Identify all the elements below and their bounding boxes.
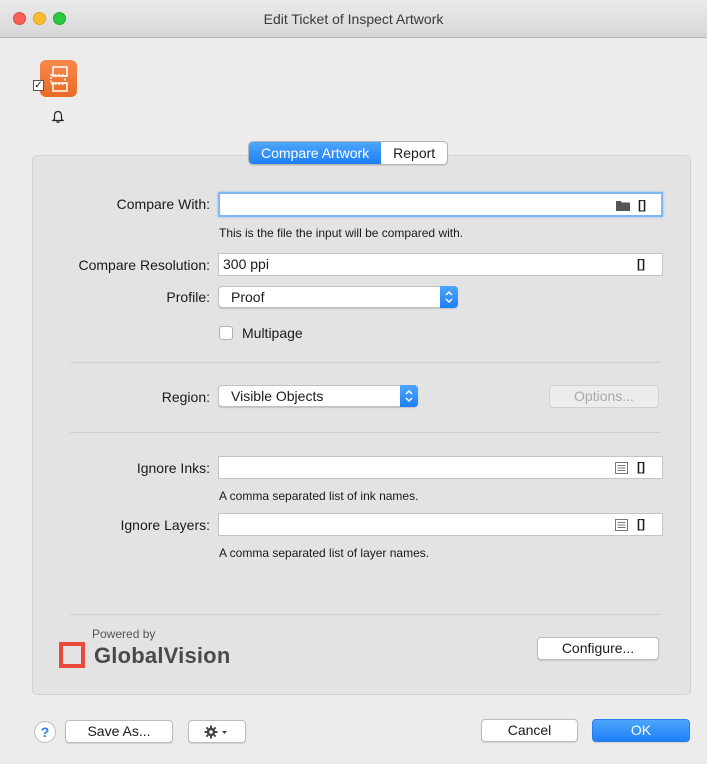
region-popup[interactable]: Visible Objects: [218, 385, 418, 407]
compare-with-help: This is the file the input will be compa…: [219, 226, 464, 240]
compare-with-label: Compare With:: [116, 196, 210, 212]
variable-brackets-icon[interactable]: []: [637, 457, 645, 478]
action-menu-button[interactable]: [188, 720, 246, 743]
multipage-checkbox[interactable]: [219, 326, 233, 340]
region-value: Visible Objects: [231, 388, 324, 404]
globalvision-logo-icon: [59, 642, 85, 668]
separator: [70, 432, 660, 433]
globalvision-name: GlobalVision: [94, 643, 231, 668]
ok-button[interactable]: OK: [592, 719, 690, 742]
variable-brackets-icon[interactable]: []: [637, 514, 645, 535]
inspect-artwork-app-icon: [40, 60, 77, 97]
ignore-layers-field[interactable]: []: [218, 513, 663, 536]
title-bar: Edit Ticket of Inspect Artwork: [0, 0, 707, 38]
multipage-label: Multipage: [242, 325, 303, 341]
list-icon[interactable]: [615, 519, 628, 531]
ignore-inks-field[interactable]: []: [218, 456, 663, 479]
profile-popup[interactable]: Proof: [218, 286, 458, 308]
variable-brackets-icon[interactable]: []: [637, 254, 645, 275]
compare-with-field[interactable]: []: [218, 192, 663, 217]
chevron-updown-icon: [400, 385, 418, 407]
ignore-layers-label: Ignore Layers:: [120, 517, 211, 533]
enabled-checkbox[interactable]: ✓: [33, 80, 44, 91]
powered-by-text: Powered by: [92, 627, 156, 641]
separator: [70, 614, 660, 615]
folder-icon[interactable]: [616, 200, 630, 211]
compare-resolution-field[interactable]: 300 ppi []: [218, 253, 663, 276]
tab-bar: Compare Artwork Report: [248, 141, 449, 165]
window-title: Edit Ticket of Inspect Artwork: [263, 11, 444, 27]
region-label: Region:: [161, 389, 210, 405]
variable-brackets-icon[interactable]: []: [638, 195, 646, 216]
cancel-button[interactable]: Cancel: [481, 719, 578, 742]
options-button[interactable]: Options...: [549, 385, 659, 408]
separator: [70, 362, 660, 363]
gear-icon: [204, 725, 227, 739]
ignore-inks-label: Ignore Inks:: [136, 460, 210, 476]
ignore-inks-help: A comma separated list of ink names.: [219, 489, 419, 503]
tab-compare-artwork[interactable]: Compare Artwork: [249, 142, 382, 164]
help-button[interactable]: ?: [34, 721, 56, 743]
configure-button[interactable]: Configure...: [537, 637, 659, 660]
chevron-updown-icon: [440, 286, 458, 308]
tab-report[interactable]: Report: [381, 142, 447, 164]
profile-value: Proof: [231, 289, 265, 305]
save-as-button[interactable]: Save As...: [65, 720, 173, 743]
compare-resolution-value: 300 ppi: [223, 256, 269, 272]
list-icon[interactable]: [615, 462, 628, 474]
compare-resolution-label: Compare Resolution:: [78, 257, 210, 273]
ignore-layers-help: A comma separated list of layer names.: [219, 546, 430, 560]
profile-label: Profile:: [166, 289, 210, 305]
bell-icon[interactable]: [51, 110, 65, 127]
